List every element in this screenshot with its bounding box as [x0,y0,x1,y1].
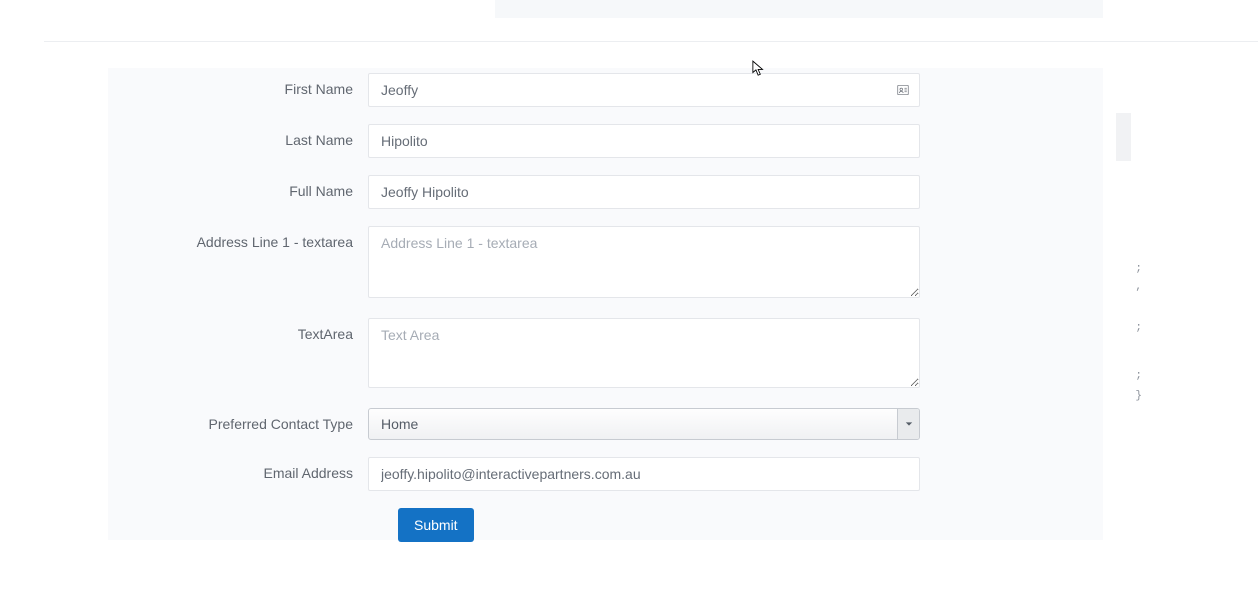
label-last-name: Last Name [108,124,368,148]
label-contact-type: Preferred Contact Type [108,408,368,432]
contact-type-selected-value: Home [369,416,897,432]
submit-button[interactable]: Submit [398,508,474,542]
label-address1: Address Line 1 - textarea [108,226,368,250]
code-hint-4: ; [1135,370,1142,382]
code-hint-3: ; [1135,322,1142,334]
label-email: Email Address [108,457,368,481]
label-full-name: Full Name [108,175,368,199]
form-panel: First Name Last Name Full Name Address [108,68,1103,540]
address1-textarea[interactable] [368,226,920,298]
contact-type-select[interactable]: Home [368,408,920,440]
code-hint-2: , [1135,281,1142,293]
first-name-input[interactable] [368,73,920,107]
full-name-input[interactable] [368,175,920,209]
chevron-down-icon [897,409,919,439]
last-name-input[interactable] [368,124,920,158]
label-first-name: First Name [108,73,368,97]
right-scroll-track [1116,113,1131,613]
email-input[interactable] [368,457,920,491]
top-strip [495,0,1103,18]
code-hint-5: } [1135,390,1142,402]
contact-card-icon [896,83,910,97]
code-hint-1: ; [1135,263,1142,275]
top-divider [44,41,1258,42]
label-textarea: TextArea [108,318,368,342]
textarea-input[interactable] [368,318,920,388]
